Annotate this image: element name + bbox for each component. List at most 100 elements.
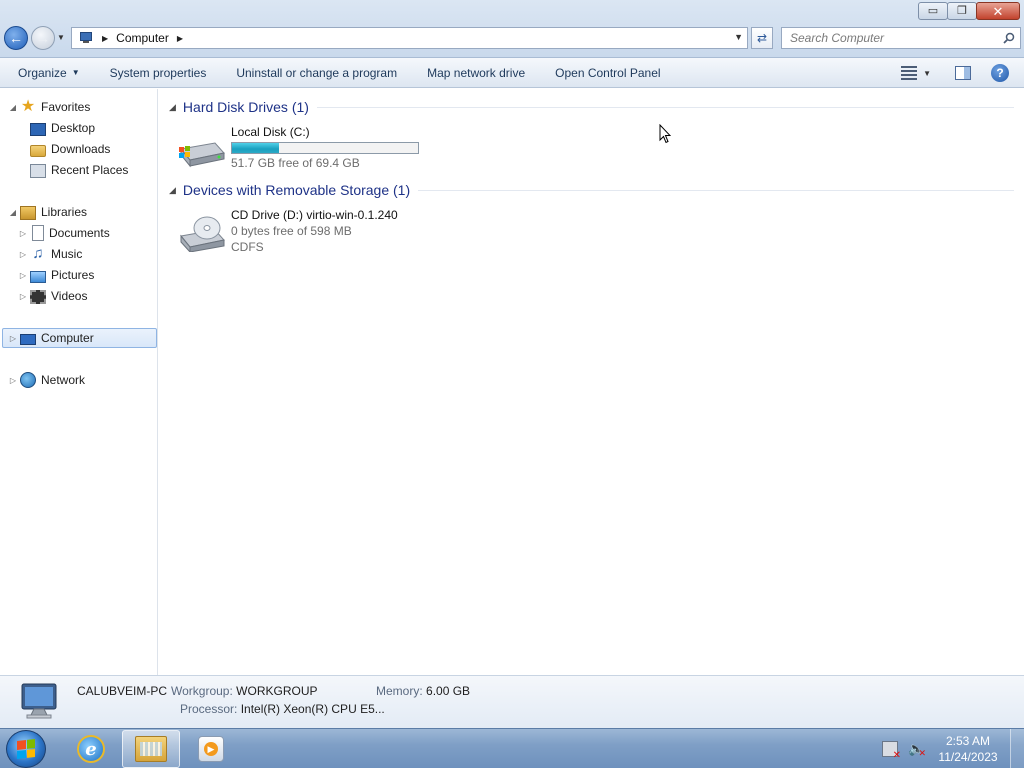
taskbar-media-player[interactable]: ▶ xyxy=(182,730,240,768)
preview-pane-icon[interactable] xyxy=(955,66,971,80)
open-control-panel-button[interactable]: Open Control Panel xyxy=(540,58,675,88)
chevron-down-icon: ▼ xyxy=(71,68,80,77)
computer-icon xyxy=(78,32,94,44)
collapse-triangle-icon[interactable]: ◢ xyxy=(8,208,18,217)
internet-explorer-icon: e xyxy=(77,735,105,763)
group-header-hard-disk-drives[interactable]: ◢ Hard Disk Drives (1) xyxy=(169,97,1014,117)
address-dropdown-icon[interactable]: ▼ xyxy=(734,32,743,42)
collapse-triangle-icon[interactable]: ◢ xyxy=(169,185,176,196)
network-icon xyxy=(20,372,36,388)
start-button[interactable] xyxy=(6,730,46,768)
clock-date: 11/24/2023 xyxy=(938,750,998,764)
recent-pages-dropdown[interactable]: ▼ xyxy=(57,33,65,42)
group-label: Devices with Removable Storage (1) xyxy=(182,182,411,198)
back-button[interactable]: ← xyxy=(4,26,28,50)
videos-icon xyxy=(30,290,46,304)
content-pane: ◢ Hard Disk Drives (1) Local Disk (C:) 5… xyxy=(159,89,1024,675)
search-icon[interactable] xyxy=(1003,32,1015,44)
navigation-pane: ◢ ★ Favorites Desktop Downloads Recent P… xyxy=(0,89,158,675)
refresh-button[interactable]: ⇄ xyxy=(751,27,773,49)
drive-filesystem: CDFS xyxy=(231,240,264,254)
nav-computer[interactable]: ▷ Computer xyxy=(2,328,157,348)
downloads-folder-icon xyxy=(30,145,46,157)
expand-triangle-icon[interactable]: ▷ xyxy=(18,229,28,238)
nav-downloads-label: Downloads xyxy=(51,142,111,156)
minimize-icon: ▭ xyxy=(927,4,939,17)
command-bar-right: ▼ ? xyxy=(901,58,1024,88)
star-icon: ★ xyxy=(20,98,36,115)
minimize-button[interactable]: ▭ xyxy=(918,2,948,20)
search-input[interactable] xyxy=(790,31,990,45)
nav-favorites[interactable]: ◢ ★ Favorites xyxy=(8,97,90,117)
cd-drive-icon xyxy=(180,216,225,252)
window-controls: ▭ ❐ ✕ xyxy=(918,2,1020,20)
pictures-icon xyxy=(30,271,46,283)
breadcrumb-chevron-icon[interactable]: ▶ xyxy=(177,34,183,43)
nav-desktop[interactable]: Desktop xyxy=(30,118,95,138)
volume-muted-icon[interactable]: 🔈 xyxy=(908,741,926,761)
processor-row: Processor: Intel(R) Xeon(R) CPU E5... xyxy=(180,702,385,716)
maximize-button[interactable]: ❐ xyxy=(947,2,977,20)
drive-free-space: 0 bytes free of 598 MB xyxy=(231,224,352,238)
clock[interactable]: 2:53 AM 11/24/2023 xyxy=(934,733,1002,765)
nav-desktop-label: Desktop xyxy=(51,121,96,135)
nav-pictures[interactable]: ▷ Pictures xyxy=(18,265,94,285)
nav-videos[interactable]: ▷ Videos xyxy=(18,286,87,306)
system-properties-button[interactable]: System properties xyxy=(95,58,222,88)
collapse-triangle-icon[interactable]: ◢ xyxy=(169,102,176,113)
breadcrumb-chevron-icon[interactable]: ▶ xyxy=(102,34,108,43)
nav-videos-label: Videos xyxy=(51,289,88,303)
organize-label: Organize xyxy=(18,65,67,80)
view-options-dropdown-icon[interactable]: ▼ xyxy=(923,69,931,78)
taskbar-windows-explorer[interactable] xyxy=(122,730,180,768)
uninstall-program-button[interactable]: Uninstall or change a program xyxy=(221,58,412,88)
workgroup-value: WORKGROUP xyxy=(236,684,318,698)
search-box[interactable] xyxy=(781,27,1021,49)
nav-downloads[interactable]: Downloads xyxy=(30,139,110,159)
desktop-icon xyxy=(30,122,46,136)
organize-button[interactable]: Organize ▼ xyxy=(0,58,95,88)
drive-item-local-disk-c[interactable]: Local Disk (C:) 51.7 GB free of 69.4 GB xyxy=(177,125,437,181)
mouse-cursor-icon xyxy=(659,124,671,144)
nav-favorites-label: Favorites xyxy=(41,100,91,114)
nav-recent-places[interactable]: Recent Places xyxy=(30,160,128,180)
nav-computer-label: Computer xyxy=(41,331,94,345)
media-player-icon: ▶ xyxy=(198,736,224,762)
arrow-right-icon: → xyxy=(36,30,50,46)
group-header-removable-storage[interactable]: ◢ Devices with Removable Storage (1) xyxy=(169,180,1014,200)
command-bar: Organize ▼ System properties Uninstall or… xyxy=(0,58,1024,88)
drive-item-cd-drive-d[interactable]: CD Drive (D:) virtio-win-0.1.240 0 bytes… xyxy=(177,208,437,264)
expand-triangle-icon[interactable]: ▷ xyxy=(8,376,18,385)
nav-network[interactable]: ▷ Network xyxy=(8,370,85,390)
expand-triangle-icon[interactable]: ▷ xyxy=(18,271,28,280)
help-icon[interactable]: ? xyxy=(991,64,1009,82)
forward-button[interactable]: → xyxy=(31,26,55,50)
taskbar-internet-explorer[interactable]: e xyxy=(62,730,120,768)
nav-pictures-label: Pictures xyxy=(51,268,95,282)
change-view-icon[interactable] xyxy=(901,66,918,80)
clock-time: 2:53 AM xyxy=(945,734,991,748)
restore-icon: ❐ xyxy=(957,4,967,17)
drive-usage-bar xyxy=(231,142,419,154)
show-desktop-button[interactable] xyxy=(1010,729,1024,768)
workgroup-label: Workgroup: xyxy=(171,684,233,698)
expand-triangle-icon[interactable]: ▷ xyxy=(18,292,28,301)
nav-documents[interactable]: ▷ Documents xyxy=(18,223,110,243)
nav-music[interactable]: ▷ ♫ Music xyxy=(18,244,82,264)
expand-triangle-icon[interactable]: ▷ xyxy=(18,250,28,259)
close-button[interactable]: ✕ xyxy=(976,2,1020,20)
libraries-icon xyxy=(20,206,36,220)
windows-explorer-icon xyxy=(135,736,167,762)
map-network-drive-button[interactable]: Map network drive xyxy=(412,58,540,88)
documents-icon xyxy=(32,225,44,241)
drive-free-space: 51.7 GB free of 69.4 GB xyxy=(231,156,360,170)
collapse-triangle-icon[interactable]: ◢ xyxy=(8,103,18,112)
windows-logo-icon xyxy=(17,739,35,759)
breadcrumb-computer[interactable]: Computer xyxy=(116,31,169,45)
address-bar[interactable]: ▶ Computer ▶ ▼ xyxy=(71,27,748,49)
hard-drive-icon xyxy=(179,142,225,168)
network-status-icon[interactable] xyxy=(882,741,901,761)
processor-label: Processor: xyxy=(180,702,238,716)
expand-triangle-icon[interactable]: ▷ xyxy=(8,334,18,343)
nav-libraries[interactable]: ◢ Libraries xyxy=(8,202,87,222)
